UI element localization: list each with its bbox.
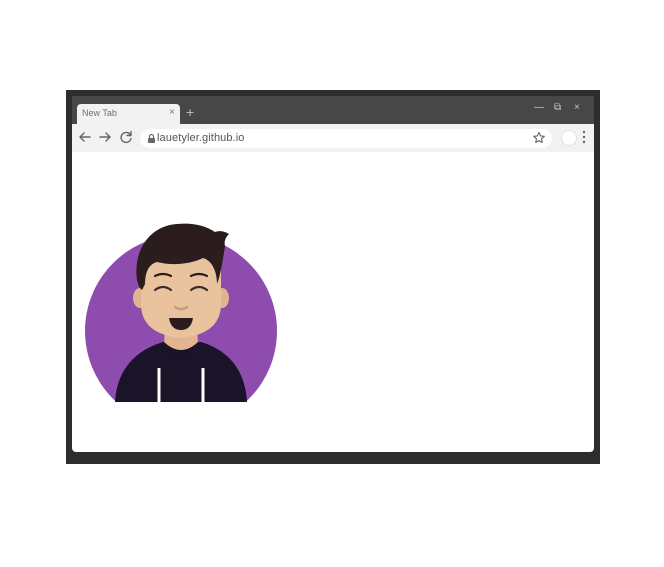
minimize-icon[interactable]: —	[534, 102, 544, 114]
back-arrow-icon[interactable]	[77, 129, 93, 145]
profile-icon[interactable]	[561, 130, 577, 146]
toolbar: lauetyler.github.io	[72, 124, 594, 152]
tab-close-icon[interactable]: ×	[169, 107, 175, 119]
forward-arrow-icon[interactable]	[97, 129, 113, 145]
menu-dots-icon[interactable]	[581, 128, 587, 146]
restore-icon[interactable]: ⧉	[554, 102, 561, 114]
tab-strip: New Tab × + — ⧉ ×	[72, 96, 594, 124]
avatar-illustration	[85, 223, 277, 402]
lock-icon	[148, 133, 155, 143]
new-tab-button[interactable]: +	[186, 104, 194, 120]
reload-icon[interactable]	[118, 129, 134, 145]
star-icon[interactable]	[532, 131, 546, 145]
tab-title: New Tab	[82, 108, 117, 118]
close-window-icon[interactable]: ×	[574, 102, 580, 114]
page-content	[72, 152, 594, 452]
address-bar[interactable]: lauetyler.github.io	[140, 129, 552, 148]
tab-new-tab[interactable]: New Tab ×	[77, 104, 180, 124]
browser-window: New Tab × + — ⧉ × lauetyler.github.io	[66, 90, 600, 464]
url-text: lauetyler.github.io	[157, 132, 245, 144]
